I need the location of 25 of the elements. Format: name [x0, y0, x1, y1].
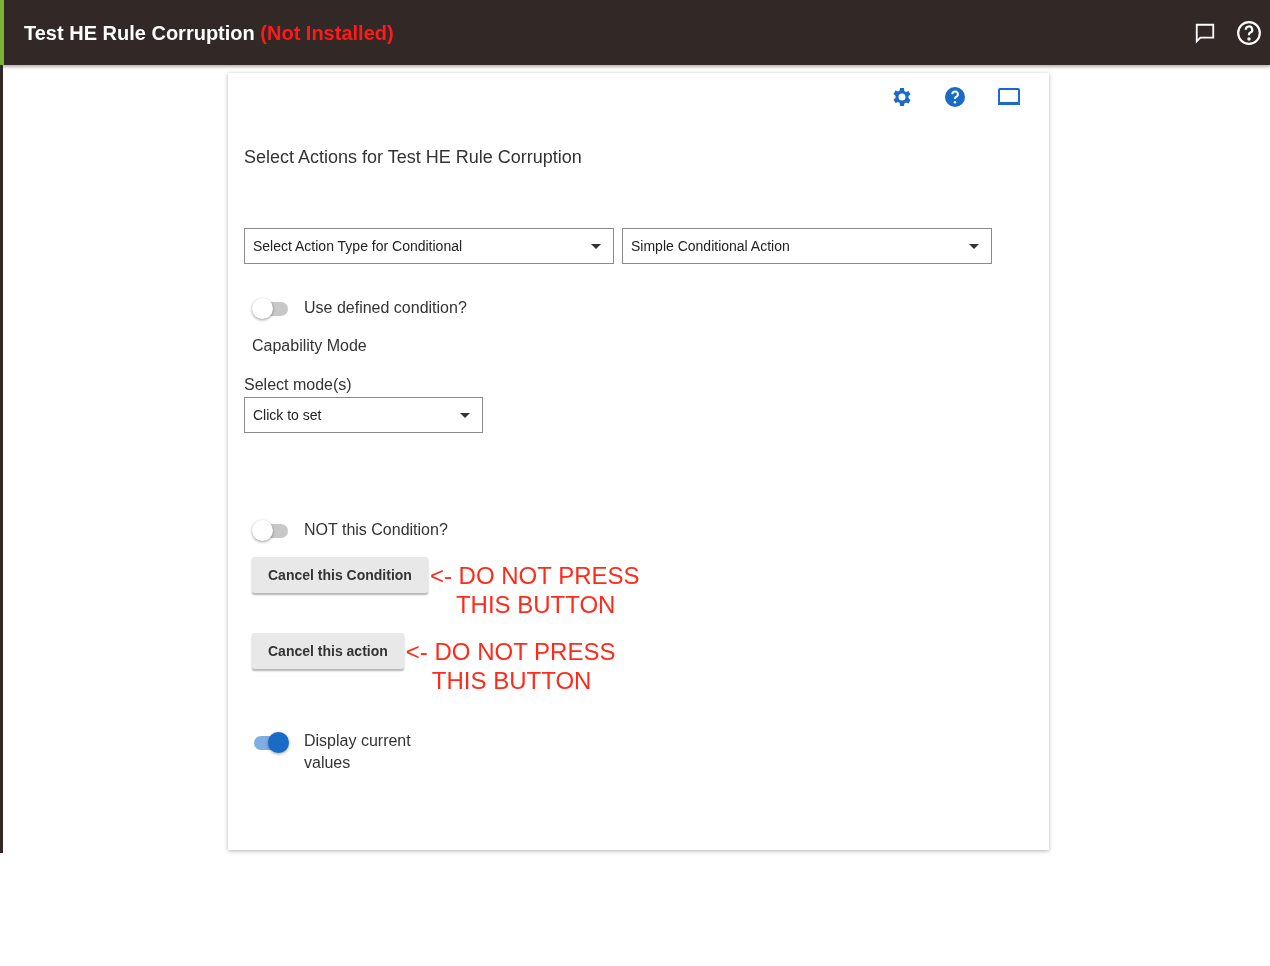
field-label: Select mode(s) [244, 375, 353, 395]
toggle-switch[interactable] [252, 297, 288, 319]
toggle-label: Use defined condition? [304, 298, 467, 318]
dropdown-caret-icon [591, 243, 601, 249]
help-icon[interactable] [1236, 19, 1262, 46]
annotation-text: THIS BUTTON [431, 666, 592, 695]
capability-label: Capability Mode [252, 336, 368, 356]
cancel-button[interactable]: Cancel this action [252, 633, 404, 669]
toggle-switch[interactable] [252, 519, 288, 541]
toggle-label: NOT this Condition? [304, 520, 448, 540]
dropdown-select[interactable]: Select Action Type for Conditional [244, 228, 614, 264]
page-title: Test HE Rule Corruption [24, 21, 255, 44]
annotation-text: <- DO NOT PRESS [405, 637, 616, 666]
install-status: (Not Installed) [260, 21, 394, 44]
annotation-text: THIS BUTTON [455, 590, 616, 619]
dropdown-caret-icon [460, 412, 470, 418]
dropdown-select[interactable]: Simple Conditional Action [622, 228, 992, 264]
dropdown-caret-icon [969, 243, 979, 249]
section-heading: Select Actions for Test HE Rule Corruption [244, 146, 583, 169]
toggle-label: Display current values [304, 731, 412, 773]
annotation-text: <- DO NOT PRESS [429, 561, 640, 590]
toggle-switch[interactable] [252, 731, 288, 753]
dropdown-select[interactable]: Click to set [244, 397, 483, 433]
chat-icon[interactable] [1194, 21, 1216, 44]
cancel-button[interactable]: Cancel this Condition [252, 557, 428, 593]
